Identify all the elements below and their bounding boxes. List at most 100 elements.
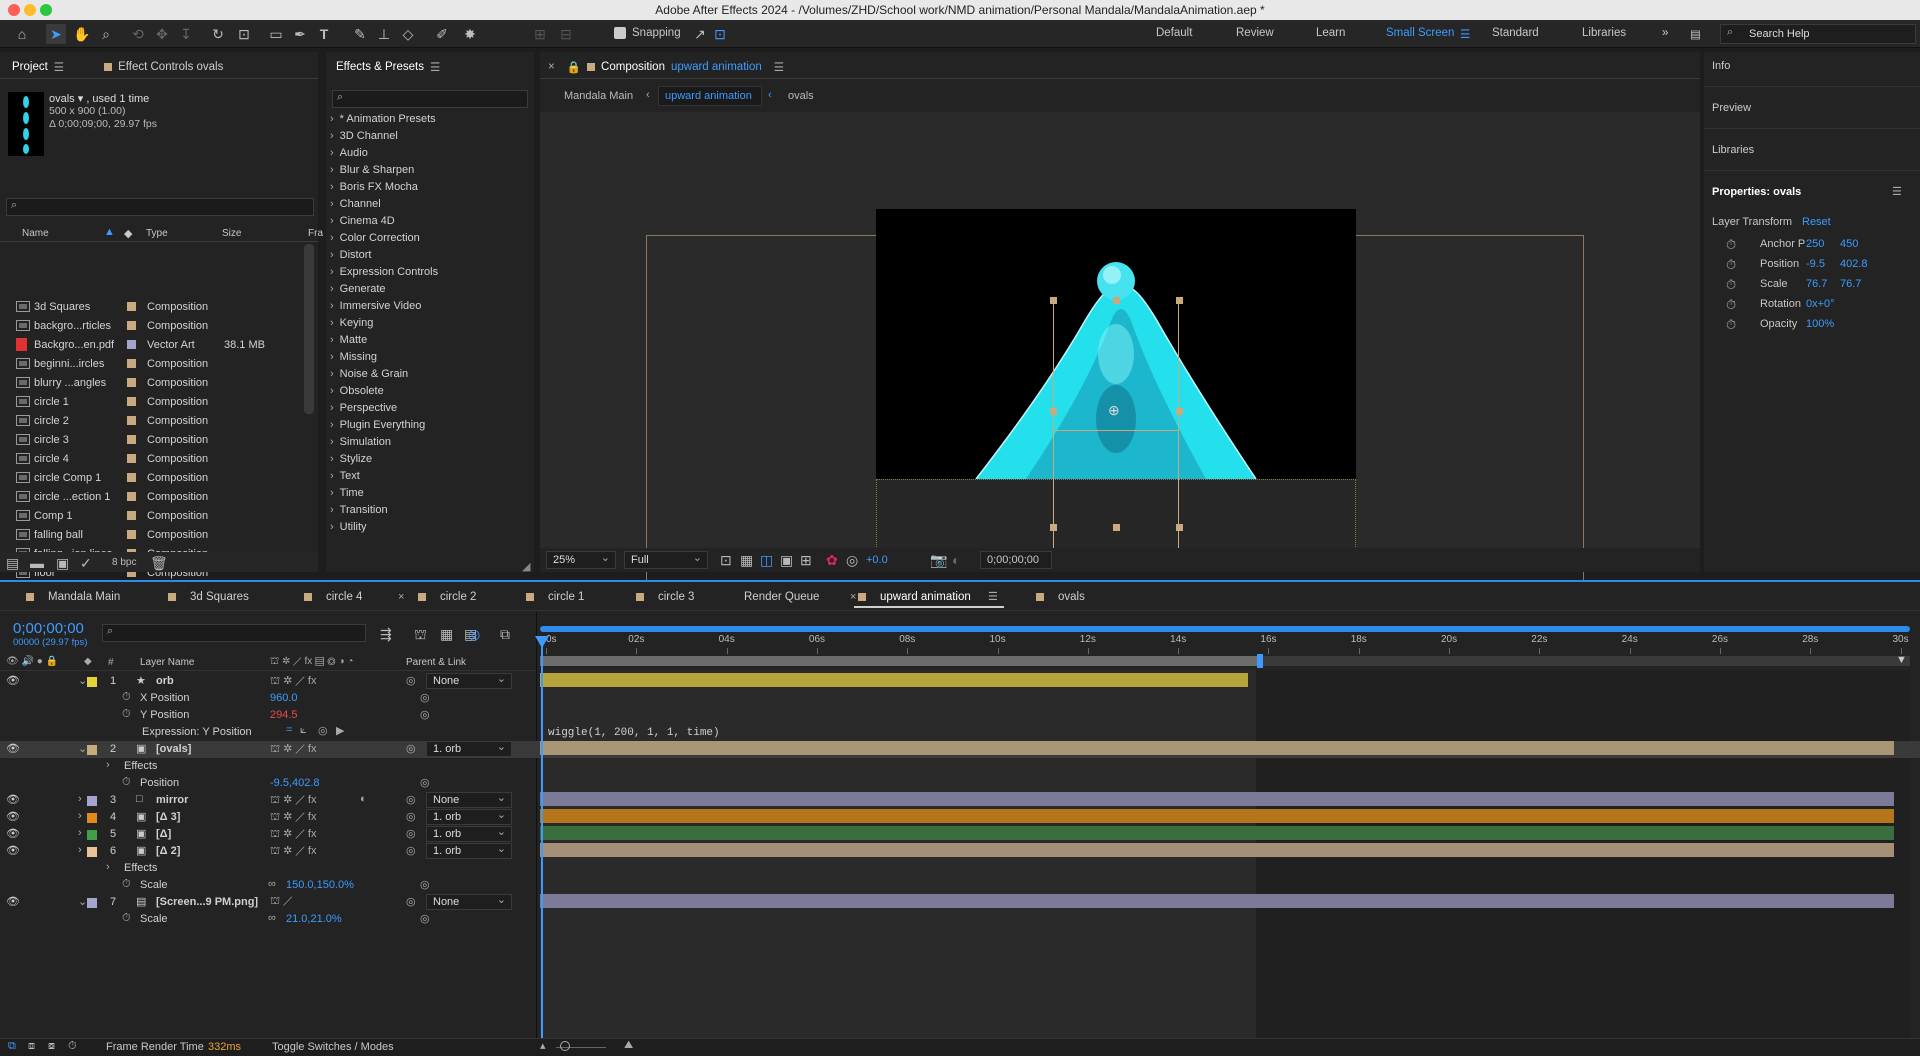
resize-grip-icon[interactable]: ◢ [522,560,530,573]
workspace-review[interactable]: Review [1236,27,1274,39]
pickwhip-icon[interactable]: ◎ [406,793,416,806]
orbit-tool-icon[interactable]: ⟲ [128,24,148,44]
label-color-swatch[interactable] [127,530,136,539]
properties-menu-icon[interactable]: ☰ [1892,185,1902,198]
layer-switches[interactable]: ⛫ ✲ ⟋ fx [270,844,317,859]
timeline-tab[interactable]: circle 4 [326,591,362,603]
timeline-search-input[interactable]: ⌕ [102,624,366,642]
project-tab[interactable]: Project [12,61,48,73]
shy-layers-icon[interactable]: ▦ [440,626,453,643]
project-item-row[interactable]: circle 2 Composition [16,411,316,430]
expression-text[interactable]: wiggle(1, 200, 1, 1, time) [548,727,720,739]
label-column-icon[interactable]: ◆ [124,227,132,240]
pickwhip-icon[interactable]: ◎ [406,674,416,687]
col-name[interactable]: Name [22,228,49,239]
preview-panel-header[interactable]: Preview [1712,102,1751,114]
effects-category[interactable]: Blur & Sharpen [330,164,415,176]
stopwatch-icon[interactable]: ⏱ [1726,237,1736,253]
layer-name[interactable]: [Δ] [156,828,171,840]
panel-menu-icon[interactable]: ☰ [54,60,64,74]
snap-grid-icon[interactable]: ⊡ [710,24,730,44]
visibility-eye-icon[interactable]: 👁 [6,674,20,687]
layer-name[interactable]: [Δ 3] [156,811,180,823]
effects-category[interactable]: Simulation [330,436,391,448]
effects-category[interactable]: Generate [330,283,386,295]
workspace-menu-icon[interactable]: ☰ [1460,27,1470,41]
property-value[interactable]: 21.0,21.0% [286,913,342,925]
effects-category[interactable]: Plugin Everything [330,419,426,431]
work-area-range[interactable] [540,656,1260,666]
viewer-timecode[interactable]: 0;00;00;00 [980,551,1052,569]
snapshot-icon[interactable]: 📷 [930,552,947,569]
layer-label-color[interactable] [87,677,97,687]
parent-dropdown[interactable]: 1. orb [426,808,512,825]
effects-category[interactable]: Transition [330,504,388,516]
close-tab-icon[interactable]: × [548,61,555,73]
parent-dropdown[interactable]: None [426,791,512,808]
roto-brush-tool-icon[interactable]: ✐ [432,24,452,44]
ovals-layer-bounding-box[interactable] [1053,430,1179,556]
constrain-proportions-icon[interactable]: ∞ [268,878,276,890]
zoom-slider-thumb[interactable] [560,1041,570,1051]
parent-dropdown[interactable]: 1. orb [426,842,512,859]
property-value-1[interactable]: 100% [1806,318,1834,330]
zoom-out-icon[interactable]: ▴ [540,1039,546,1052]
parent-dropdown[interactable]: None [426,672,512,689]
sort-ascending-icon[interactable]: ▲ [104,226,115,238]
col-fr[interactable]: Fra [308,228,323,239]
effects-category[interactable]: Matte [330,334,368,346]
rotation-tool-icon[interactable]: ↻ [208,24,228,44]
project-item-row[interactable]: backgro...rticles Composition [16,316,316,335]
transform-handle[interactable] [1050,524,1057,531]
stopwatch-icon[interactable]: ⏱ [122,912,131,925]
align-icon[interactable]: ⊞ [530,24,550,44]
visibility-eye-icon[interactable]: 👁 [6,810,20,823]
motion-blur-icon[interactable]: ◎ [468,626,480,643]
property-value-2[interactable]: 402.8 [1840,258,1868,270]
project-item-row[interactable]: blurry ...angles Composition [16,373,316,392]
project-item-row[interactable]: circle 1 Composition [16,392,316,411]
render-icon[interactable]: ✓ [80,555,92,572]
render-time-icon[interactable]: ⏱ [68,1040,77,1053]
toggle-switches-modes[interactable]: Toggle Switches / Modes [272,1041,394,1053]
new-folder-icon[interactable]: ▬ [30,555,44,571]
col-type[interactable]: Type [146,228,168,239]
project-item-row[interactable]: circle ...ection 1 Composition [16,487,316,506]
effects-category[interactable]: Keying [330,317,374,329]
effects-category[interactable]: Cinema 4D [330,215,395,227]
stopwatch-icon[interactable]: ⏱ [122,708,131,721]
in-out-icon[interactable]: ⧇ [48,1040,55,1053]
layer-label-color[interactable] [87,813,97,823]
minimize-window-button[interactable] [24,4,36,16]
label-color-swatch[interactable] [127,397,136,406]
breadcrumb-mandala-main[interactable]: Mandala Main [564,90,633,102]
property-value[interactable]: -9.5,402.8 [270,777,320,789]
timeline-tab[interactable]: 3d Squares [190,591,249,603]
layer-label-color[interactable] [87,796,97,806]
interpret-footage-icon[interactable]: ▤ [6,555,19,572]
anchor-point-icon[interactable]: ⊕ [1108,402,1120,419]
layer-label-color[interactable] [87,847,97,857]
property-value-1[interactable]: 250 [1806,238,1824,250]
pickwhip-icon[interactable]: ◎ [420,878,430,891]
transform-handle[interactable] [1050,297,1057,304]
info-panel-header[interactable]: Info [1712,60,1730,72]
timeline-timecode[interactable]: 0;00;00;00 [13,620,84,637]
adjustment-layer-icon[interactable]: ◐ [360,793,367,805]
layer-label-color[interactable] [87,830,97,840]
composition-tab-name[interactable]: upward animation [671,61,762,73]
timeline-tab[interactable]: Render Queue [744,591,819,603]
layer-switches[interactable]: ⛫ ✲ ⟋ fx [270,810,317,825]
label-color-swatch[interactable] [127,359,136,368]
expression-enable-icon[interactable]: = [286,724,292,736]
zoom-window-button[interactable] [40,4,52,16]
label-color-swatch[interactable] [127,492,136,501]
parent-dropdown[interactable]: 1. orb [426,740,512,757]
clone-stamp-tool-icon[interactable]: ⊥ [374,24,394,44]
effects-category[interactable]: Noise & Grain [330,368,408,380]
expand-chevron-icon[interactable]: › [78,793,82,805]
stopwatch-icon[interactable]: ⏱ [1726,297,1736,313]
effects-category[interactable]: Obsolete [330,385,384,397]
effects-category[interactable]: Boris FX Mocha [330,181,418,193]
layer-bar-ovals[interactable] [540,741,1894,755]
